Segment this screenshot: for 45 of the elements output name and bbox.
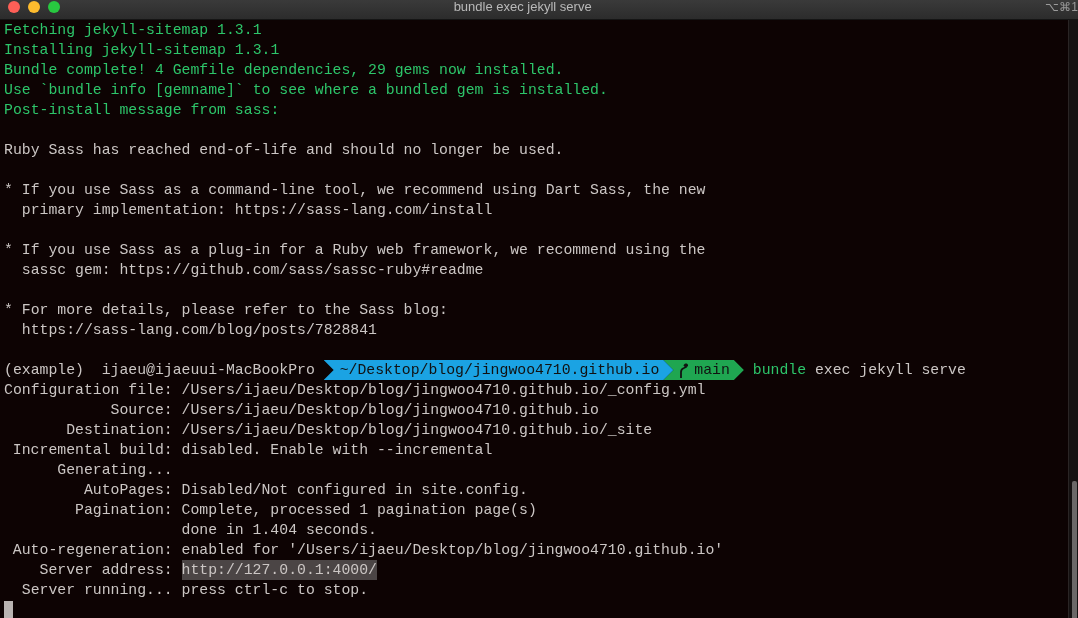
output-line: Installing jekyll-sitemap 1.3.1 bbox=[4, 41, 280, 60]
path-segment: ~/Desktop/blog/jingwoo4710.github.io bbox=[323, 360, 674, 380]
output-line: * If you use Sass as a plug-in for a Ruby web framework, we recommend using the bbox=[4, 241, 706, 260]
field-label: Generating... bbox=[56, 461, 173, 480]
field-label: Pagination: bbox=[74, 501, 173, 520]
field-label: AutoPages: bbox=[82, 481, 173, 500]
field-value: Complete, processed 1 pagination page(s) bbox=[181, 501, 537, 520]
zoom-button[interactable] bbox=[48, 1, 60, 13]
scrollbar-thumb[interactable] bbox=[1072, 481, 1077, 618]
output-line: https://sass-lang.com/blog/posts/7828841 bbox=[20, 321, 377, 340]
output-line: Bundle complete! 4 Gemfile dependencies, 29 gems now installed. bbox=[4, 61, 564, 80]
field-label: Source: bbox=[109, 401, 173, 420]
field-value: enabled for '/Users/ijaeu/Desktop/blog/jingwoo4710.github.io' bbox=[181, 541, 724, 560]
field-label: Auto-regeneration: bbox=[11, 541, 173, 560]
shortcut-label: ⌥⌘1 bbox=[1045, 0, 1078, 16]
field-label: Destination: bbox=[65, 421, 173, 440]
command-name: bundle bbox=[752, 361, 807, 380]
output-line: Ruby Sass has reached end-of-life and should no longer be used. bbox=[4, 141, 564, 160]
field-value: press ctrl-c to stop. bbox=[181, 581, 369, 600]
window-title: bundle exec jekyll serve bbox=[452, 0, 593, 16]
minimize-button[interactable] bbox=[28, 1, 40, 13]
output-line: * For more details, please refer to the Sass blog: bbox=[4, 301, 448, 320]
close-button[interactable] bbox=[8, 1, 20, 13]
user-host-label: ijaeu@ijaeuui-MacBookPro bbox=[101, 361, 315, 380]
branch-icon bbox=[679, 362, 689, 378]
output-line: Fetching jekyll-sitemap 1.3.1 bbox=[4, 21, 262, 40]
output-line: sassc gem: https://github.com/sass/sassc-ruby#readme bbox=[20, 261, 484, 280]
output-line: Use `bundle info [gemname]` to see where a bundled gem is installed. bbox=[4, 81, 608, 100]
field-label: Server running... bbox=[20, 581, 173, 600]
output-line: primary implementation: https://sass-lang.com/install bbox=[20, 201, 493, 220]
field-value: /Users/ijaeu/Desktop/blog/jingwoo4710.github.io bbox=[181, 401, 599, 420]
text-cursor bbox=[4, 601, 13, 618]
field-value: done in 1.404 seconds. bbox=[181, 521, 377, 540]
field-value: disabled. Enable with --incremental bbox=[181, 441, 493, 460]
field-value: Disabled/Not configured in site.config. bbox=[181, 481, 528, 500]
output-line: Post-install message from sass: bbox=[4, 101, 280, 120]
field-value: /Users/ijaeu/Desktop/blog/jingwoo4710.github.io/_config.yml bbox=[181, 381, 706, 400]
selected-url: http://127.0.0.1:4000/ bbox=[181, 560, 377, 580]
env-label: (example) bbox=[4, 361, 84, 380]
field-label: Incremental build: bbox=[11, 441, 173, 460]
field-label: Configuration file: bbox=[4, 381, 173, 400]
field-label: Server address: bbox=[38, 561, 173, 580]
output-line: * If you use Sass as a command-line tool, we recommend using Dart Sass, the new bbox=[4, 181, 706, 200]
field-value: /Users/ijaeu/Desktop/blog/jingwoo4710.github.io/_site bbox=[181, 421, 653, 440]
command-args: exec jekyll serve bbox=[814, 361, 966, 380]
